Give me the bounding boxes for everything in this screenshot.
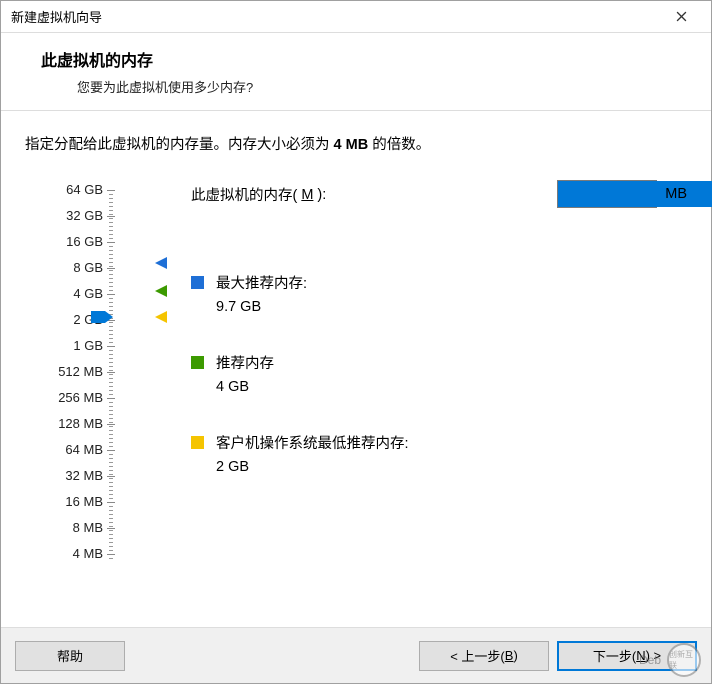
memory-unit: MB: [665, 186, 687, 202]
scale-tick-label: 4 GB: [33, 286, 103, 301]
memory-input-box: [557, 180, 657, 208]
scale-tick-label: 16 MB: [33, 494, 103, 509]
wizard-header: 此虚拟机的内存 您要为此虚拟机使用多少内存?: [1, 33, 711, 111]
next-button[interactable]: 下一步(N) >: [557, 641, 697, 671]
scale-tick-line: [107, 528, 115, 529]
scale-tick-line: [107, 294, 115, 295]
max-value: 9.7 GB: [216, 299, 307, 315]
page-subtitle: 您要为此虚拟机使用多少内存?: [41, 77, 711, 96]
rec-color-icon: [191, 356, 204, 369]
scale-tick-label: 64 MB: [33, 442, 103, 457]
memory-scale: 64 GB32 GB16 GB8 GB4 GB2 GB1 GB512 MB256…: [25, 184, 135, 205]
back-prefix: < 上一步(: [450, 646, 505, 665]
wizard-footer: 帮助 < 上一步(B) 下一步(N) >: [1, 627, 711, 683]
instruction-text: 指定分配给此虚拟机的内存量。内存大小必须为 4 MB 的倍数。: [25, 133, 687, 154]
rec-recommendation: 推荐内存 4 GB: [191, 352, 274, 395]
min-color-icon: [191, 436, 204, 449]
scale-tick-line: [107, 424, 115, 425]
scale-tick-label: 256 MB: [33, 390, 103, 405]
scale-tick-label: 64 GB: [33, 182, 103, 197]
max-recommendation: 最大推荐内存: 9.7 GB: [191, 272, 307, 315]
next-suffix: ) >: [646, 648, 662, 663]
scale-tick-label: 16 GB: [33, 234, 103, 249]
instruction-suffix: 的倍数。: [368, 137, 430, 153]
scale-tick-label: 1 GB: [33, 338, 103, 353]
close-button[interactable]: [661, 3, 701, 31]
back-suffix: ): [513, 648, 517, 663]
back-button[interactable]: < 上一步(B): [419, 641, 549, 671]
max-color-icon: [191, 276, 204, 289]
next-accel: N: [636, 648, 645, 663]
close-icon: [676, 11, 687, 22]
scale-tick-line: [107, 502, 115, 503]
memory-section: 64 GB32 GB16 GB8 GB4 GB2 GB1 GB512 MB256…: [25, 184, 687, 205]
next-prefix: 下一步(: [593, 646, 636, 665]
scale-tick-label: 8 MB: [33, 520, 103, 535]
back-accel: B: [505, 648, 514, 663]
max-marker: [155, 256, 169, 270]
scale-tick-line: [107, 216, 115, 217]
min-label: 客户机操作系统最低推荐内存:: [216, 432, 409, 453]
scale-tick-line: [107, 554, 115, 555]
memory-slider-handle[interactable]: [91, 311, 113, 323]
scale-tick-line: [107, 242, 115, 243]
scale-tick-line: [107, 190, 115, 191]
titlebar: 新建虚拟机向导: [1, 1, 711, 33]
scale-track[interactable]: [109, 190, 113, 560]
scale-tick-line: [107, 476, 115, 477]
scale-tick-line: [107, 398, 115, 399]
max-label: 最大推荐内存:: [216, 272, 307, 293]
memory-input[interactable]: [558, 181, 712, 207]
scale-tick-line: [107, 268, 115, 269]
memory-label-suffix: ):: [317, 187, 326, 203]
window-title: 新建虚拟机向导: [11, 7, 661, 26]
wizard-window: 新建虚拟机向导 此虚拟机的内存 您要为此虚拟机使用多少内存? 指定分配给此虚拟机…: [0, 0, 712, 684]
rec-label: 推荐内存: [216, 352, 274, 373]
scale-tick-label: 8 GB: [33, 260, 103, 275]
rec-value: 4 GB: [216, 379, 274, 395]
memory-input-group: MB: [557, 180, 687, 208]
page-title: 此虚拟机的内存: [41, 47, 711, 71]
instruction-prefix: 指定分配给此虚拟机的内存量。内存大小必须为: [25, 137, 334, 153]
scale-tick-label: 32 MB: [33, 468, 103, 483]
memory-label-prefix: 此虚拟机的内存(: [191, 184, 297, 205]
memory-info: 此虚拟机的内存(M): MB 最大推荐内存:: [135, 184, 687, 205]
memory-label-accel: M: [301, 187, 313, 203]
rec-marker: [155, 284, 169, 298]
min-value: 2 GB: [216, 459, 409, 475]
min-recommendation: 客户机操作系统最低推荐内存: 2 GB: [191, 432, 409, 475]
scale-tick-label: 128 MB: [33, 416, 103, 431]
scale-tick-line: [107, 450, 115, 451]
help-button[interactable]: 帮助: [15, 641, 125, 671]
scale-tick-label: 512 MB: [33, 364, 103, 379]
instruction-bold: 4 MB: [334, 137, 369, 153]
scale-tick-line: [107, 346, 115, 347]
scale-tick-label: 32 GB: [33, 208, 103, 223]
scale-tick-label: 4 MB: [33, 546, 103, 561]
min-marker: [155, 310, 169, 324]
scale-tick-line: [107, 372, 115, 373]
wizard-body: 指定分配给此虚拟机的内存量。内存大小必须为 4 MB 的倍数。 64 GB32 …: [1, 111, 711, 205]
